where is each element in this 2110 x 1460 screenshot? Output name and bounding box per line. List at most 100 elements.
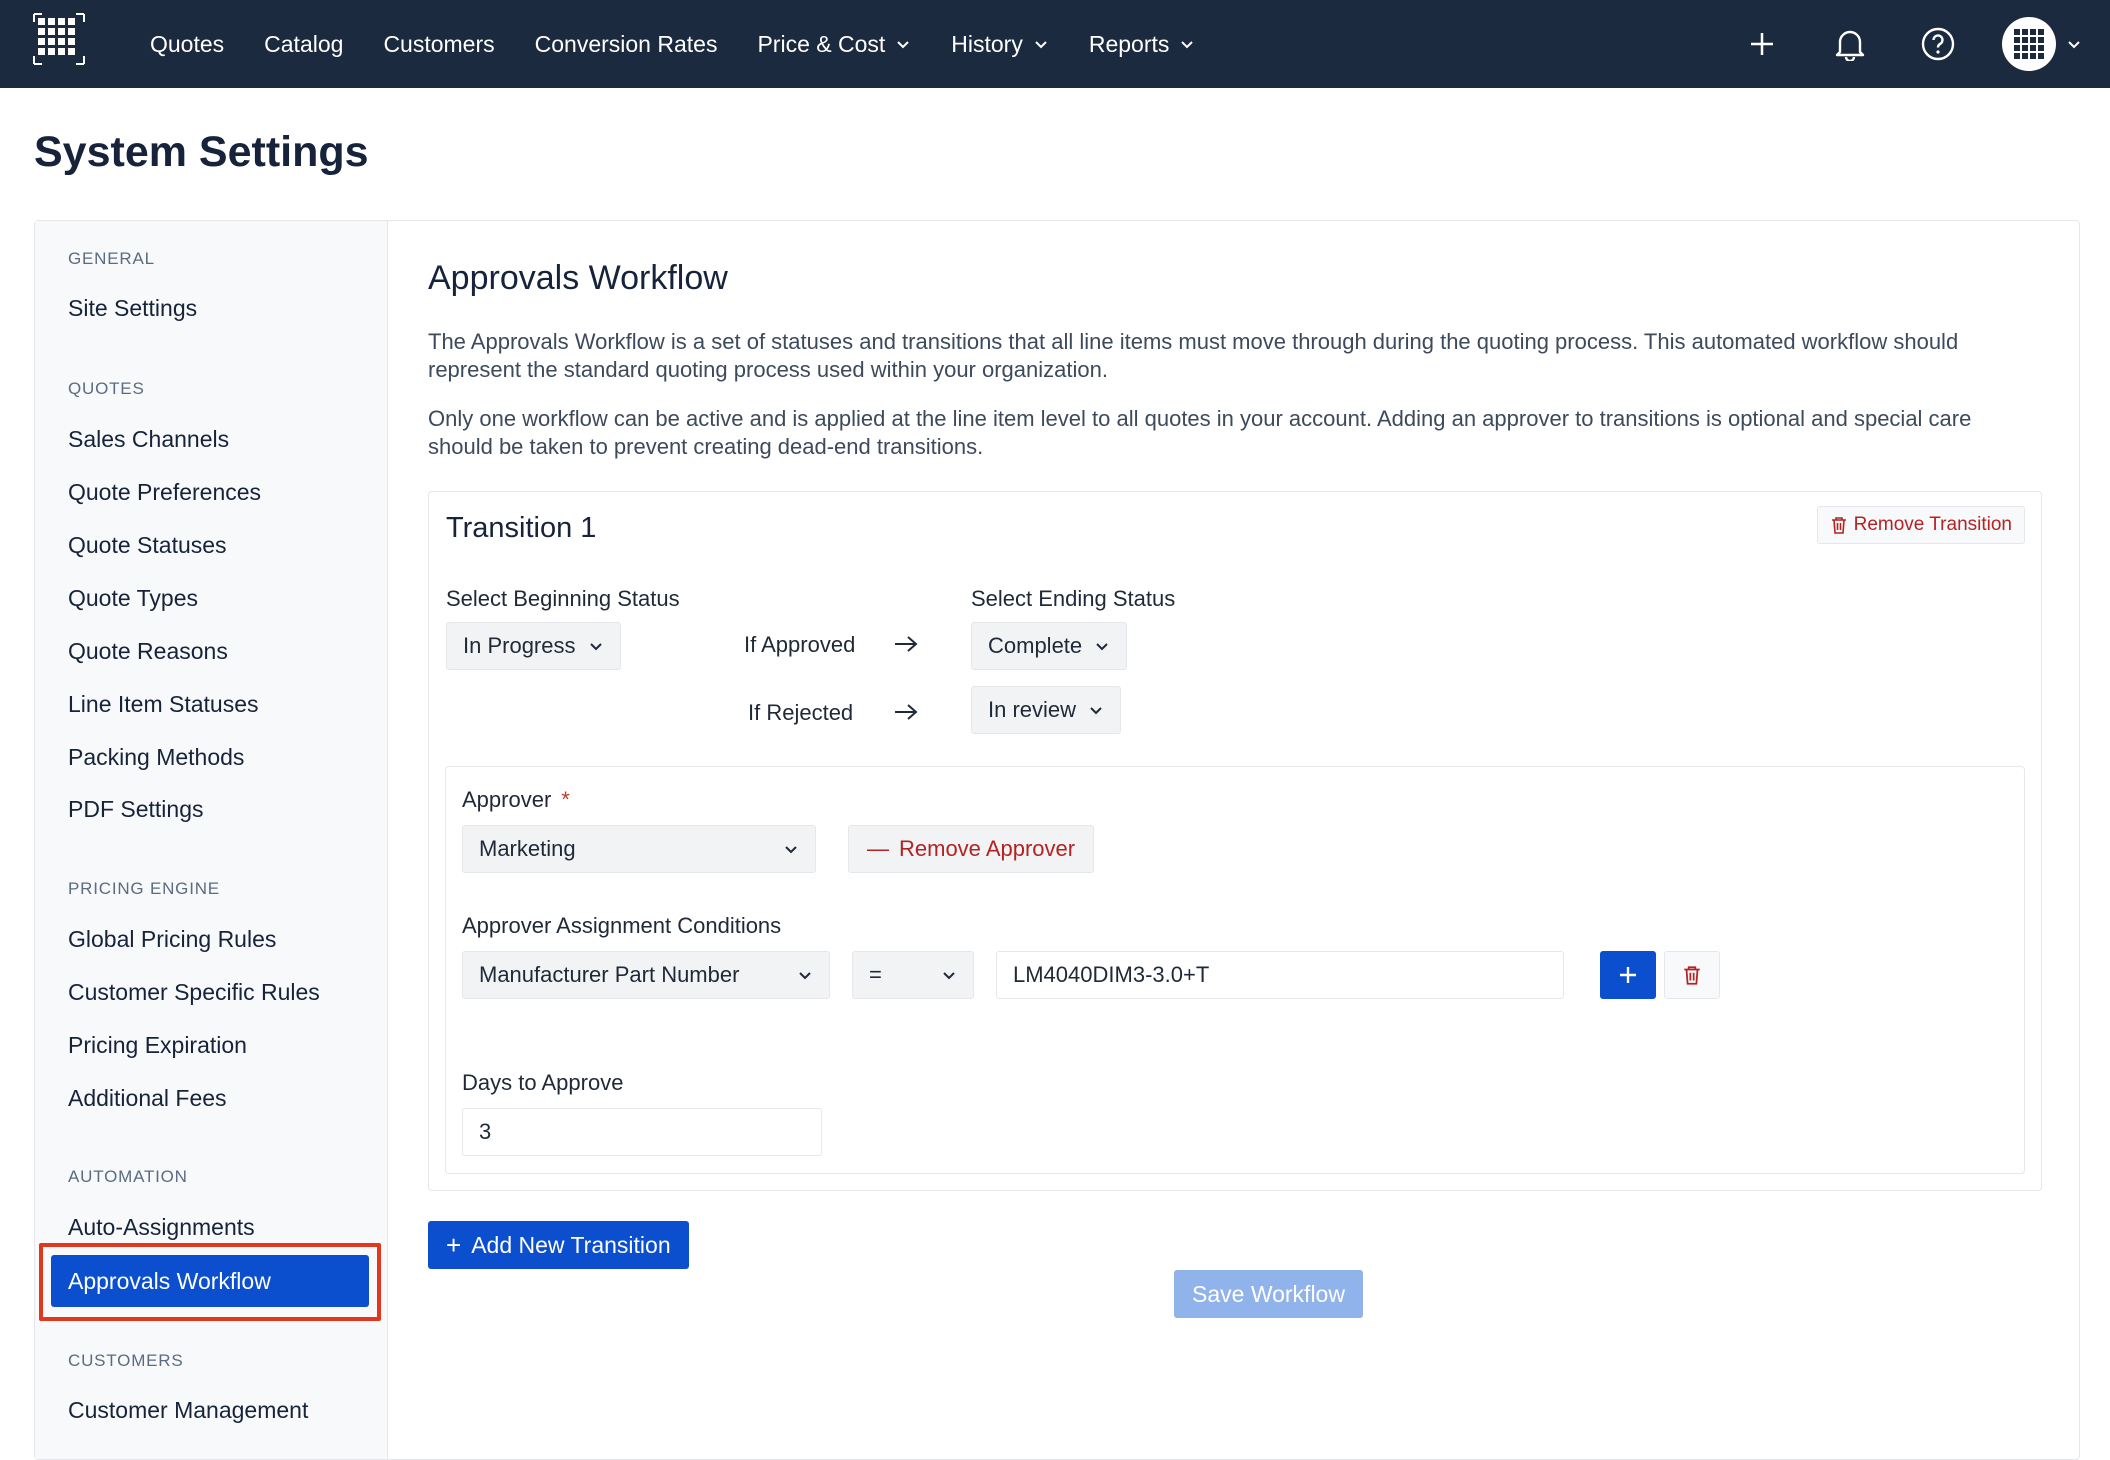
top-navbar: Quotes Catalog Customers Conversion Rate… — [0, 0, 2110, 88]
beginning-status-dropdown[interactable]: In Progress — [446, 622, 621, 670]
chevron-down-icon — [785, 846, 797, 854]
settings-sidebar: GENERAL Site Settings QUOTES Sales Chann… — [35, 221, 388, 1459]
nav-item-catalog[interactable]: Catalog — [264, 31, 343, 58]
chevron-down-icon — [799, 972, 811, 980]
nav-item-label: Catalog — [264, 30, 344, 57]
beginning-status-label: Select Beginning Status — [446, 586, 680, 611]
sidebar-item-customer-management[interactable]: Customer Management — [68, 1397, 308, 1424]
sidebar-section-customers: CUSTOMERS — [68, 1351, 184, 1370]
description-paragraph: The Approvals Workflow is a set of statu… — [428, 329, 1959, 382]
app-logo-icon[interactable] — [32, 12, 86, 66]
sidebar-section-quotes: QUOTES — [68, 379, 145, 398]
minus-icon: — — [867, 836, 889, 861]
approver-label-text: Approver — [462, 787, 552, 812]
add-condition-button[interactable] — [1600, 951, 1656, 999]
sidebar-item-quote-reasons[interactable]: Quote Reasons — [68, 638, 228, 665]
nav-item-conversion-rates[interactable]: Conversion Rates — [535, 31, 718, 58]
rejected-status-value: In review — [988, 697, 1077, 722]
sidebar-item-pdf-settings[interactable]: PDF Settings — [68, 796, 204, 823]
condition-value-input[interactable]: LM4040DIM3-3.0+T — [996, 951, 1564, 999]
sidebar-section-general: GENERAL — [68, 249, 155, 268]
settings-content: Approvals Workflow The Approvals Workflo… — [388, 221, 2079, 1459]
nav-item-price-cost[interactable]: Price & Cost — [757, 31, 911, 58]
if-approved-label: If Approved — [744, 632, 856, 657]
condition-operator-value: = — [869, 962, 882, 987]
sidebar-item-line-item-statuses[interactable]: Line Item Statuses — [68, 691, 259, 718]
save-workflow-button[interactable]: Save Workflow — [1174, 1270, 1363, 1318]
plus-icon — [1620, 967, 1636, 983]
sidebar-item-approvals-workflow[interactable]: Approvals Workflow — [51, 1255, 369, 1307]
chevron-down-icon — [897, 41, 909, 49]
chevron-down-icon — [589, 643, 602, 651]
delete-condition-button[interactable] — [1664, 951, 1720, 999]
remove-transition-button[interactable]: Remove Transition — [1816, 506, 2025, 544]
nav-item-label: Price & Cost — [757, 30, 886, 57]
required-marker: * — [561, 787, 570, 812]
plus-icon: + — [446, 1229, 462, 1260]
remove-approver-button[interactable]: — Remove Approver — [848, 825, 1095, 873]
plus-icon[interactable] — [1742, 24, 1782, 64]
approver-card: Approver * Marketing — Remove Approver Ap… — [445, 766, 2025, 1174]
condition-operator-dropdown[interactable]: = — [852, 951, 974, 999]
sidebar-item-customer-specific-rules[interactable]: Customer Specific Rules — [68, 979, 320, 1006]
sidebar-item-quote-statuses[interactable]: Quote Statuses — [68, 532, 227, 559]
condition-field-value: Manufacturer Part Number — [479, 962, 740, 987]
transition-title: Transition 1 — [446, 512, 597, 544]
condition-field-dropdown[interactable]: Manufacturer Part Number — [462, 951, 830, 999]
approved-status-value: Complete — [988, 633, 1083, 658]
chevron-down-icon — [1090, 707, 1102, 715]
trash-icon — [1831, 517, 1846, 534]
sidebar-item-auto-assignments[interactable]: Auto-Assignments — [68, 1214, 255, 1241]
rejected-status-dropdown[interactable]: In review — [971, 686, 1122, 734]
bell-icon[interactable] — [1830, 24, 1870, 64]
nav-item-label: Quotes — [150, 30, 225, 57]
chevron-down-icon — [1181, 41, 1194, 49]
nav-item-quotes[interactable]: Quotes — [150, 31, 224, 58]
sidebar-section-pricing-engine: PRICING ENGINE — [68, 879, 220, 898]
remove-approver-label: Remove Approver — [899, 836, 1076, 861]
if-rejected-label: If Rejected — [748, 700, 854, 725]
add-transition-label: Add New Transition — [471, 1231, 671, 1258]
nav-item-reports[interactable]: Reports — [1089, 31, 1196, 58]
sidebar-section-automation: AUTOMATION — [68, 1167, 188, 1186]
nav-item-customers[interactable]: Customers — [383, 31, 494, 58]
page-title: System Settings — [34, 128, 369, 176]
ending-status-label: Select Ending Status — [971, 586, 1176, 611]
days-to-approve-input[interactable]: 3 — [462, 1108, 822, 1156]
chevron-down-icon — [943, 972, 955, 980]
approved-status-dropdown[interactable]: Complete — [971, 622, 1128, 670]
sidebar-item-site-settings[interactable]: Site Settings — [68, 295, 197, 322]
sidebar-item-quote-types[interactable]: Quote Types — [68, 585, 198, 612]
arrow-right-icon — [895, 636, 918, 652]
description-paragraph: Only one workflow can be active and is a… — [428, 406, 1972, 459]
nav-item-history[interactable]: History — [951, 31, 1049, 58]
nav-actions — [1694, 0, 2082, 88]
days-to-approve-label: Days to Approve — [462, 1070, 624, 1095]
help-icon[interactable] — [1918, 24, 1958, 64]
nav-item-label: Conversion Rates — [534, 30, 718, 57]
sidebar-item-global-pricing-rules[interactable]: Global Pricing Rules — [68, 926, 276, 953]
transition-card: Transition 1 Remove Transition Select Be… — [428, 491, 2042, 1191]
approver-label: Approver * — [462, 787, 570, 813]
add-new-transition-button[interactable]: + Add New Transition — [428, 1221, 689, 1269]
sidebar-item-packing-methods[interactable]: Packing Methods — [68, 744, 244, 771]
conditions-label: Approver Assignment Conditions — [462, 913, 782, 938]
chevron-down-icon[interactable] — [2066, 36, 2082, 52]
sidebar-item-quote-preferences[interactable]: Quote Preferences — [68, 479, 261, 506]
sidebar-item-sales-channels[interactable]: Sales Channels — [68, 426, 229, 453]
nav-item-label: Customers — [383, 30, 495, 57]
approver-dropdown[interactable]: Marketing — [462, 825, 816, 873]
arrow-right-icon — [895, 704, 918, 720]
sidebar-item-pricing-expiration[interactable]: Pricing Expiration — [68, 1032, 247, 1059]
nav-item-label: History — [951, 30, 1023, 57]
chevron-down-icon — [1035, 41, 1047, 49]
chevron-down-icon — [1096, 643, 1108, 651]
approver-value: Marketing — [479, 836, 576, 861]
beginning-status-value: In Progress — [463, 633, 576, 658]
avatar[interactable] — [2002, 17, 2056, 71]
remove-transition-label: Remove Transition — [1853, 514, 2012, 535]
settings-card: GENERAL Site Settings QUOTES Sales Chann… — [34, 220, 2080, 1460]
section-title: Approvals Workflow — [428, 259, 728, 297]
nav-menu: Quotes Catalog Customers Conversion Rate… — [150, 0, 1235, 88]
sidebar-item-additional-fees[interactable]: Additional Fees — [68, 1085, 227, 1112]
